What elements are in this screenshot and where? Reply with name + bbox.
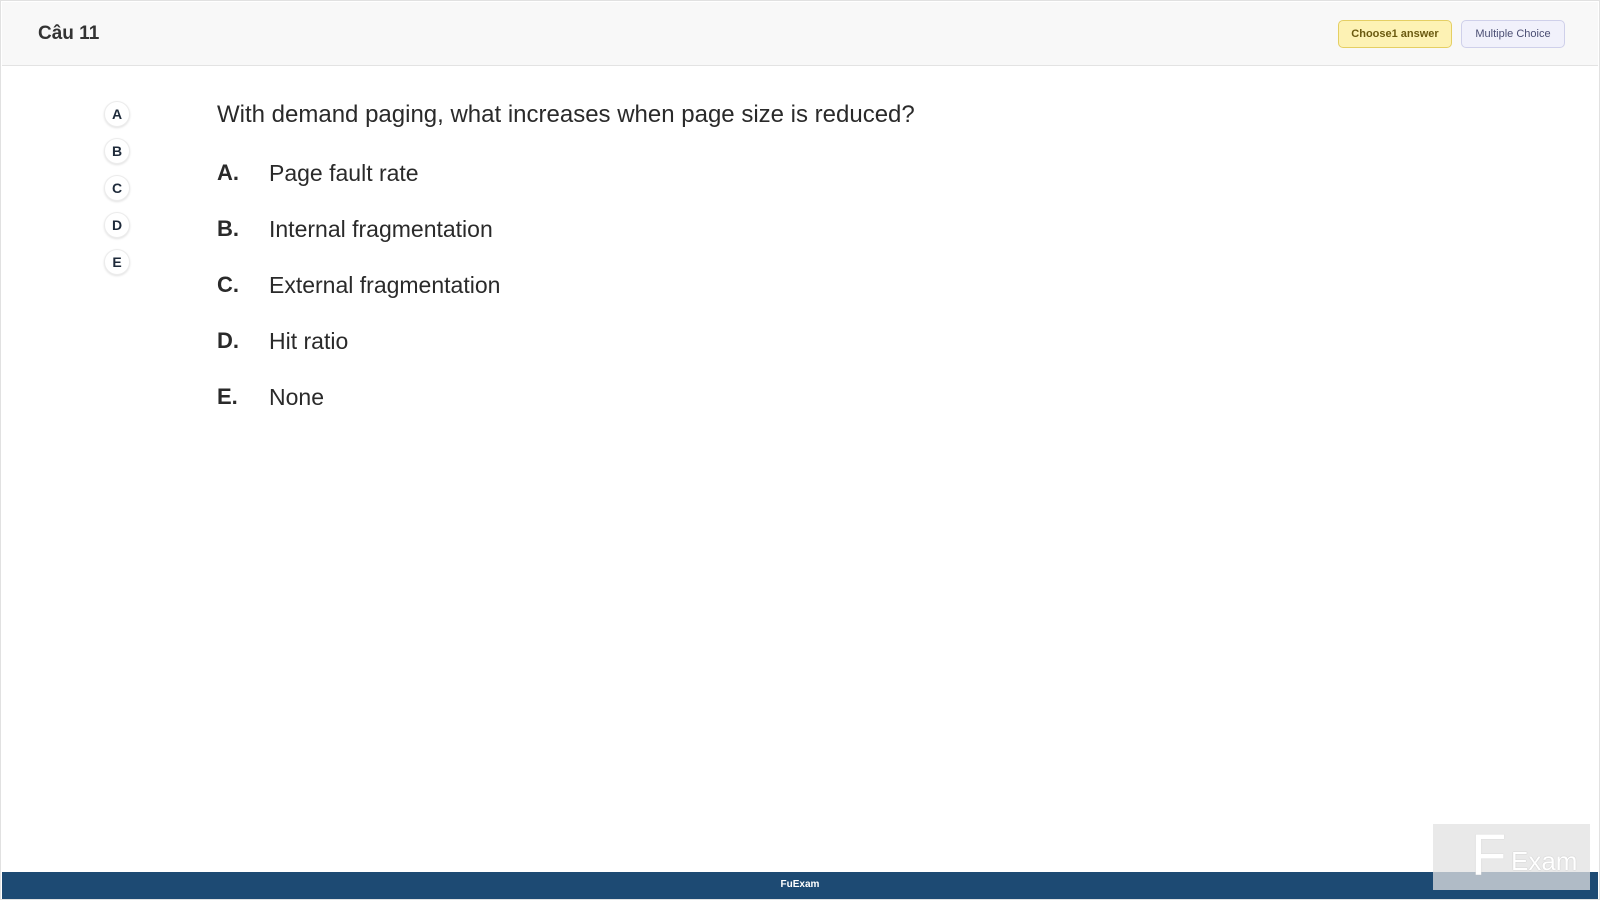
option-key: E. — [217, 384, 238, 409]
option-key: D. — [217, 328, 239, 353]
answer-letter-d-button[interactable]: D — [104, 212, 130, 238]
answer-letter-c-button[interactable]: C — [104, 175, 130, 201]
watermark-logo-mark: F — [1471, 824, 1507, 888]
option-text: Page fault rate — [269, 160, 419, 186]
answer-letter-nav: A B C D E — [104, 101, 130, 286]
answer-letter-e-button[interactable]: E — [104, 249, 130, 275]
answer-option-a[interactable]: A. Page fault rate — [217, 158, 500, 214]
option-key: C. — [217, 272, 239, 297]
watermark-logo-text: Exam — [1511, 846, 1578, 876]
option-text: None — [269, 384, 324, 410]
question-number-title: Câu 11 — [38, 23, 100, 44]
fuexam-watermark-logo: F Exam — [1433, 824, 1590, 890]
footer-brand-text: FuExam — [780, 879, 820, 890]
option-text: External fragmentation — [269, 272, 501, 298]
answer-option-c[interactable]: C. External fragmentation — [217, 270, 500, 326]
option-text: Hit ratio — [269, 328, 349, 354]
answer-options-list: A. Page fault rate B. Internal fragmenta… — [217, 158, 500, 438]
option-key: B. — [217, 216, 239, 241]
option-key: A. — [217, 160, 239, 185]
answer-option-b[interactable]: B. Internal fragmentation — [217, 214, 500, 270]
question-text: With demand paging, what increases when … — [217, 101, 915, 128]
answer-option-d[interactable]: D. Hit ratio — [217, 326, 500, 382]
choose-answer-badge: Choose1 answer — [1338, 20, 1452, 48]
answer-letter-a-button[interactable]: A — [104, 101, 130, 127]
exam-window: Câu 11 Choose1 answer Multiple Choice A … — [0, 0, 1600, 900]
option-text: Internal fragmentation — [269, 216, 493, 242]
question-header: Câu 11 Choose1 answer Multiple Choice — [2, 2, 1598, 66]
footer-bar: FuExam — [2, 872, 1598, 899]
question-type-badge: Multiple Choice — [1461, 20, 1565, 48]
answer-option-e[interactable]: E. None — [217, 382, 500, 438]
answer-letter-b-button[interactable]: B — [104, 138, 130, 164]
